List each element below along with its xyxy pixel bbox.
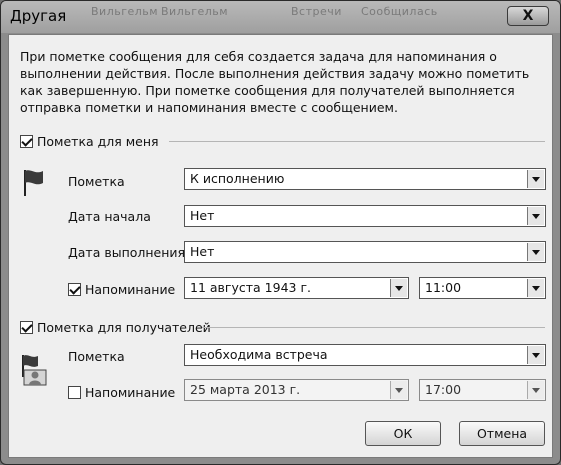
chevron-down-icon[interactable] [527, 279, 544, 297]
flag-select[interactable]: К исполнению [184, 168, 546, 190]
reminder-label: Напоминание [85, 281, 176, 297]
chevron-down-icon[interactable] [527, 381, 544, 399]
flag-for-me-checkbox[interactable] [20, 134, 33, 148]
section-divider [202, 327, 545, 328]
recipients-reminder-date-picker[interactable]: 25 марта 2013 г. [184, 379, 409, 401]
start-date-label: Дата начала [68, 209, 151, 224]
ok-button[interactable]: ОК [365, 421, 441, 446]
reminder-checkbox[interactable] [68, 282, 81, 296]
recipients-reminder-checkbox[interactable] [68, 385, 81, 399]
cancel-button[interactable]: Отмена [459, 421, 545, 446]
flag-label: Пометка [68, 174, 125, 189]
background-ghost-text-4: Сообщилась [361, 5, 438, 18]
background-ghost-text-3: Встречи [291, 5, 342, 18]
recipients-flag-value: Необходима встреча [190, 347, 328, 362]
recipient-flag-icon [22, 355, 47, 386]
chevron-down-icon[interactable] [527, 346, 544, 364]
reminder-date-picker[interactable]: 11 августа 1943 г. [184, 277, 409, 299]
chevron-down-icon[interactable] [390, 381, 407, 399]
background-ghost-text-1: Вильгельм [91, 5, 159, 18]
section-divider [169, 141, 545, 142]
recipients-reminder-time-value: 17:00 [425, 382, 462, 397]
flag-select-value: К исполнению [190, 171, 285, 186]
start-date-select[interactable]: Нет [184, 205, 546, 227]
start-date-value: Нет [190, 208, 215, 223]
flag-for-me-toggle[interactable]: Пометка для меня [20, 132, 159, 150]
background-ghost-text-2: Вильгельм [161, 5, 229, 18]
reminder-date-value: 11 августа 1943 г. [190, 280, 311, 295]
chevron-down-icon[interactable] [527, 243, 544, 261]
dialog-window: Другая Вильгельм Вильгельм Встречи Сообщ… [0, 0, 561, 465]
flag-for-me-label: Пометка для меня [37, 133, 159, 149]
flag-for-recipients-toggle[interactable]: Пометка для получателей [20, 318, 211, 336]
flag-for-recipients-checkbox[interactable] [20, 320, 33, 334]
due-date-value: Нет [190, 244, 215, 259]
title-bar[interactable]: Другая Вильгельм Вильгельм Встречи Сообщ… [1, 1, 560, 33]
recipients-flag-label: Пометка [68, 349, 125, 364]
chevron-down-icon[interactable] [527, 207, 544, 225]
due-date-label: Дата выполнения [68, 245, 186, 260]
dialog-content: При пометке сообщения для себя создается… [8, 34, 553, 458]
recipients-reminder-date-value: 25 марта 2013 г. [190, 382, 301, 397]
chevron-down-icon[interactable] [527, 170, 544, 188]
close-button[interactable]: X [507, 6, 549, 26]
recipients-reminder-toggle[interactable]: Напоминание [68, 383, 175, 401]
recipients-reminder-label: Напоминание [85, 384, 176, 400]
close-icon: X [522, 8, 534, 24]
recipients-flag-select[interactable]: Необходима встреча [184, 344, 546, 366]
due-date-select[interactable]: Нет [184, 241, 546, 263]
reminder-time-select[interactable]: 11:00 [419, 277, 546, 299]
recipients-reminder-time-select[interactable]: 17:00 [419, 379, 546, 401]
reminder-time-value: 11:00 [425, 280, 462, 295]
flag-for-recipients-label: Пометка для получателей [37, 319, 211, 335]
chevron-down-icon[interactable] [390, 279, 407, 297]
description-text: При пометке сообщения для себя создается… [20, 49, 530, 115]
flag-icon [24, 170, 43, 196]
reminder-toggle[interactable]: Напоминание [68, 280, 175, 298]
window-title: Другая [10, 7, 67, 25]
